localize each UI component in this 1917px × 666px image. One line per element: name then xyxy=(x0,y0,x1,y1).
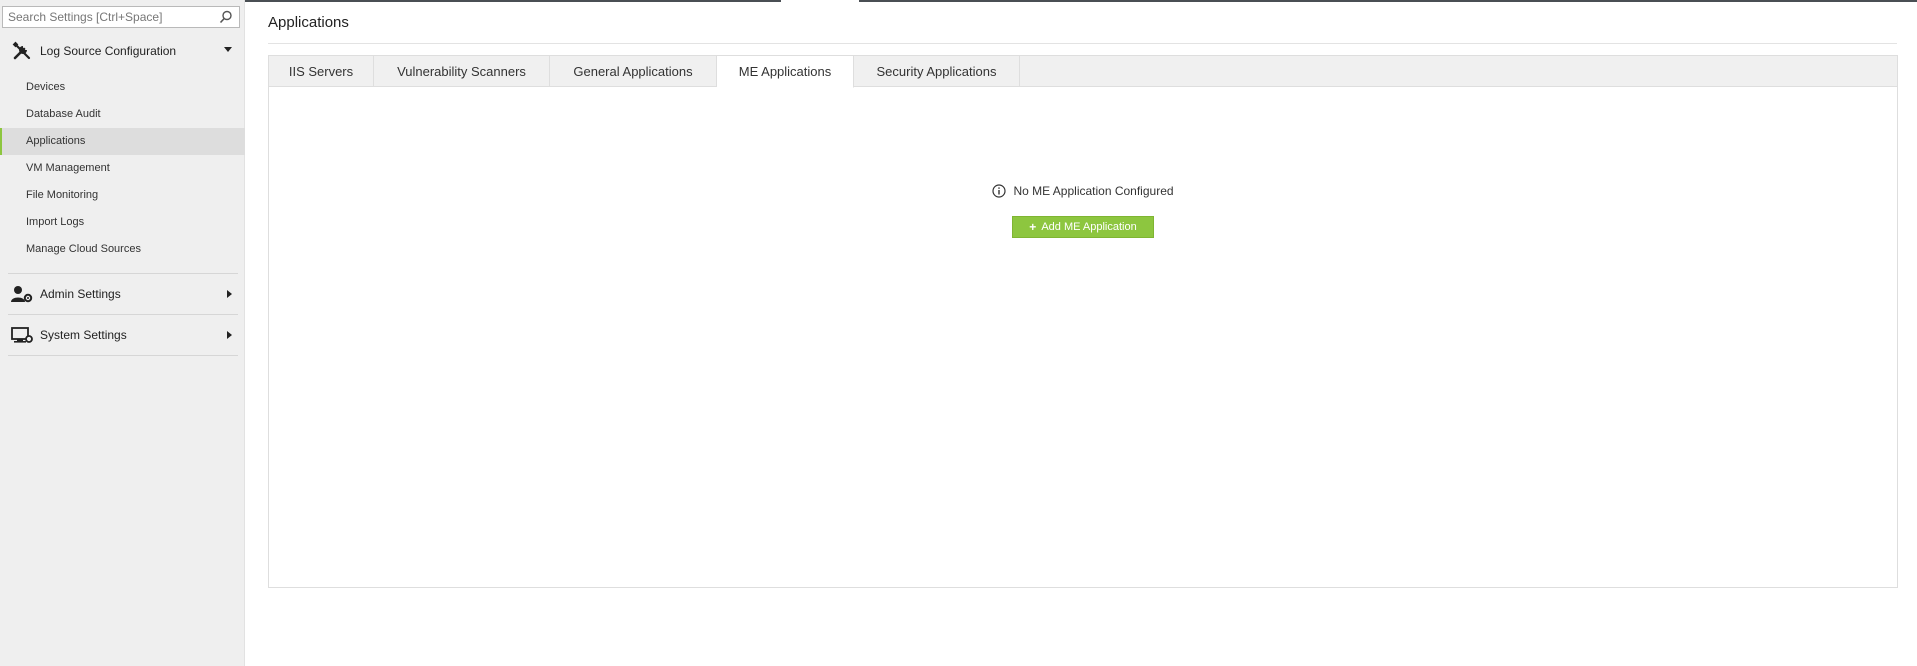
active-module-notch xyxy=(781,0,859,2)
sidebar-item-vm-management[interactable]: VM Management xyxy=(0,155,245,182)
tab-me-applications[interactable]: ME Applications xyxy=(717,56,854,88)
chevron-right-icon xyxy=(227,331,232,339)
applications-panel: IIS Servers Vulnerability Scanners Gener… xyxy=(268,55,1898,588)
log-source-submenu: Devices Database Audit Applications VM M… xyxy=(0,74,245,263)
tab-bar: IIS Servers Vulnerability Scanners Gener… xyxy=(269,56,1897,88)
sidebar-group-admin[interactable]: Admin Settings xyxy=(0,279,245,309)
tab-iis-servers[interactable]: IIS Servers xyxy=(269,56,374,87)
sidebar-item-manage-cloud-sources[interactable]: Manage Cloud Sources xyxy=(0,236,245,263)
page-title: Applications xyxy=(268,14,349,31)
sidebar-item-file-monitoring[interactable]: File Monitoring xyxy=(0,182,245,209)
sidebar-item-applications[interactable]: Applications xyxy=(0,128,245,155)
sidebar-group-label: Admin Settings xyxy=(40,287,121,301)
settings-sidebar: Log Source Configuration Devices Databas… xyxy=(0,0,245,666)
tools-icon xyxy=(10,41,34,61)
sidebar-divider xyxy=(8,355,238,356)
add-me-application-button[interactable]: + Add ME Application xyxy=(1012,216,1154,238)
sidebar-divider xyxy=(8,273,238,274)
sidebar-item-devices[interactable]: Devices xyxy=(0,74,245,101)
monitor-gear-icon xyxy=(10,325,34,345)
search-icon[interactable] xyxy=(219,10,233,24)
add-button-label: Add ME Application xyxy=(1041,221,1137,233)
empty-state: No ME Application Configured xyxy=(269,184,1897,203)
tab-vulnerability-scanners[interactable]: Vulnerability Scanners xyxy=(374,56,550,87)
empty-state-message: No ME Application Configured xyxy=(992,184,1174,198)
sidebar-divider xyxy=(8,314,238,315)
sidebar-group-label: Log Source Configuration xyxy=(40,44,177,58)
settings-search[interactable] xyxy=(2,6,240,28)
user-gear-icon xyxy=(10,284,34,304)
top-border-strip xyxy=(245,0,1917,2)
search-input[interactable] xyxy=(3,7,208,27)
plus-icon: + xyxy=(1029,220,1037,234)
sidebar-group-label: System Settings xyxy=(40,328,127,342)
tab-general-applications[interactable]: General Applications xyxy=(550,56,717,87)
info-icon xyxy=(992,184,1007,198)
sidebar-group-system[interactable]: System Settings xyxy=(0,320,245,350)
tab-security-applications[interactable]: Security Applications xyxy=(854,56,1020,87)
sidebar-group-log-source[interactable]: Log Source Configuration xyxy=(0,36,245,66)
chevron-right-icon xyxy=(227,290,232,298)
chevron-down-icon xyxy=(224,47,232,52)
sidebar-item-database-audit[interactable]: Database Audit xyxy=(0,101,245,128)
empty-state-text: No ME Application Configured xyxy=(1013,184,1174,198)
sidebar-item-import-logs[interactable]: Import Logs xyxy=(0,209,245,236)
title-divider xyxy=(268,43,1897,44)
